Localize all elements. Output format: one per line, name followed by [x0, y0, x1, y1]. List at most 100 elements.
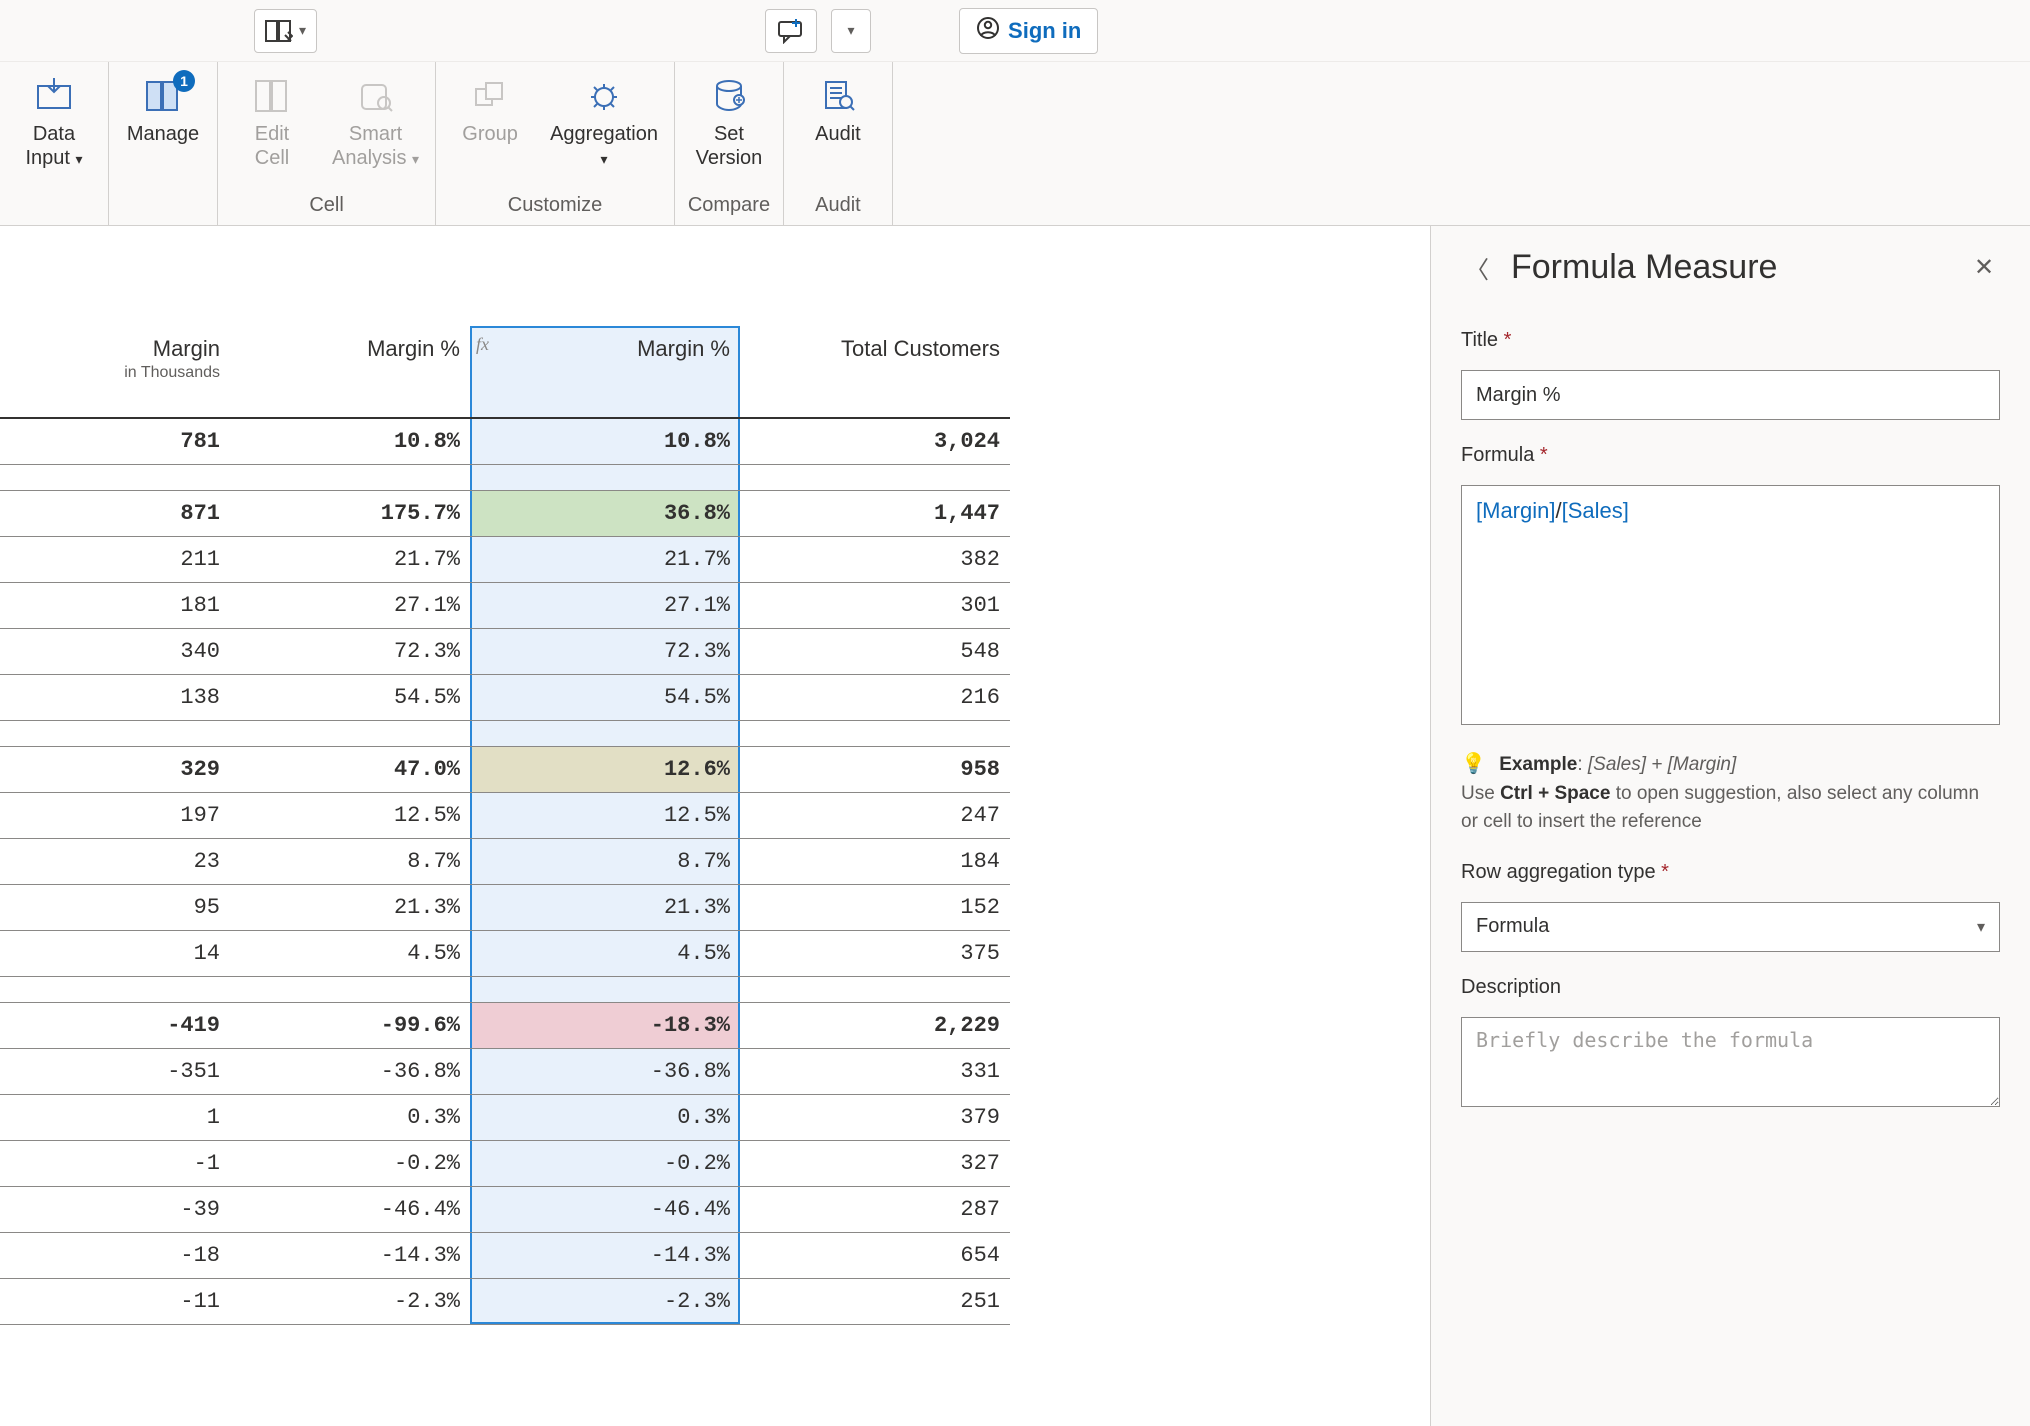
cell[interactable]: 1 [0, 1094, 230, 1140]
cell[interactable]: 10.8% [230, 418, 470, 464]
cell[interactable]: -2.3% [470, 1278, 740, 1324]
cell[interactable]: 21.3% [230, 884, 470, 930]
table-row[interactable]: 19712.5%12.5%247 [0, 792, 1010, 838]
cell[interactable]: 340 [0, 628, 230, 674]
cell[interactable]: 27.1% [470, 582, 740, 628]
cell[interactable]: 375 [740, 930, 1010, 976]
cell[interactable]: 175.7% [230, 490, 470, 536]
cell[interactable]: -11 [0, 1278, 230, 1324]
cell[interactable]: 251 [740, 1278, 1010, 1324]
cell[interactable]: 0.3% [470, 1094, 740, 1140]
cell[interactable]: 379 [740, 1094, 1010, 1140]
cell[interactable]: 8.7% [470, 838, 740, 884]
data-input-button[interactable]: Data Input ▾ [10, 70, 98, 170]
cell[interactable]: 329 [0, 746, 230, 792]
set-version-button[interactable]: Set Version [685, 70, 773, 170]
table-row[interactable]: 21121.7%21.7%382 [0, 536, 1010, 582]
cell[interactable]: 247 [740, 792, 1010, 838]
panel-back-button[interactable]: 〈 [1461, 252, 1493, 284]
cell[interactable]: 138 [0, 674, 230, 720]
audit-button[interactable]: Audit [794, 70, 882, 146]
cell[interactable]: 4.5% [230, 930, 470, 976]
cell[interactable]: 36.8% [470, 490, 740, 536]
cell[interactable]: -18 [0, 1232, 230, 1278]
layout-toggle-button[interactable]: ▾ [254, 9, 317, 53]
comment-dropdown-button[interactable]: ▾ [831, 9, 871, 53]
table-row[interactable]: 13854.5%54.5%216 [0, 674, 1010, 720]
table-row[interactable]: -18-14.3%-14.3%654 [0, 1232, 1010, 1278]
table-row[interactable]: 10.3%0.3%379 [0, 1094, 1010, 1140]
cell[interactable]: 72.3% [470, 628, 740, 674]
cell[interactable]: 2,229 [740, 1002, 1010, 1048]
table-row[interactable] [0, 720, 1010, 746]
cell[interactable]: -2.3% [230, 1278, 470, 1324]
cell[interactable]: 47.0% [230, 746, 470, 792]
cell[interactable]: 23 [0, 838, 230, 884]
cell[interactable]: 4.5% [470, 930, 740, 976]
cell[interactable]: 54.5% [230, 674, 470, 720]
formula-input[interactable]: [Margin]/[Sales] [1461, 485, 2000, 725]
cell[interactable]: 21.7% [230, 536, 470, 582]
table-row[interactable] [0, 976, 1010, 1002]
table-row[interactable]: -419-99.6%-18.3%2,229 [0, 1002, 1010, 1048]
aggregation-button[interactable]: Aggregation ▾ [544, 70, 664, 170]
description-input[interactable] [1461, 1017, 2000, 1107]
cell[interactable]: 548 [740, 628, 1010, 674]
cell[interactable]: -351 [0, 1048, 230, 1094]
cell[interactable]: 0.3% [230, 1094, 470, 1140]
cell[interactable]: 958 [740, 746, 1010, 792]
cell[interactable]: 382 [740, 536, 1010, 582]
cell[interactable]: 21.7% [470, 536, 740, 582]
panel-close-button[interactable]: ✕ [1968, 252, 2000, 284]
cell[interactable]: -1 [0, 1140, 230, 1186]
cell[interactable]: -0.2% [470, 1140, 740, 1186]
cell[interactable]: 871 [0, 490, 230, 536]
table-row[interactable]: 238.7%8.7%184 [0, 838, 1010, 884]
cell[interactable]: -36.8% [230, 1048, 470, 1094]
title-input[interactable] [1461, 370, 2000, 420]
cell[interactable]: -0.2% [230, 1140, 470, 1186]
table-row[interactable]: 34072.3%72.3%548 [0, 628, 1010, 674]
cell[interactable]: 27.1% [230, 582, 470, 628]
manage-button[interactable]: 1 Manage [119, 70, 207, 146]
table-row[interactable]: 32947.0%12.6%958 [0, 746, 1010, 792]
cell[interactable]: 287 [740, 1186, 1010, 1232]
cell[interactable]: 327 [740, 1140, 1010, 1186]
table-row[interactable]: 144.5%4.5%375 [0, 930, 1010, 976]
table-row[interactable]: -351-36.8%-36.8%331 [0, 1048, 1010, 1094]
signin-button[interactable]: Sign in [959, 8, 1098, 54]
cell[interactable]: 10.8% [470, 418, 740, 464]
cell[interactable]: 181 [0, 582, 230, 628]
table-row[interactable]: -39-46.4%-46.4%287 [0, 1186, 1010, 1232]
cell[interactable]: 211 [0, 536, 230, 582]
cell[interactable]: 197 [0, 792, 230, 838]
cell[interactable]: 12.5% [230, 792, 470, 838]
cell[interactable]: -18.3% [470, 1002, 740, 1048]
cell[interactable]: 12.6% [470, 746, 740, 792]
table-row[interactable]: -1-0.2%-0.2%327 [0, 1140, 1010, 1186]
table-row[interactable] [0, 464, 1010, 490]
cell[interactable]: 8.7% [230, 838, 470, 884]
table-row[interactable]: -11-2.3%-2.3%251 [0, 1278, 1010, 1324]
cell[interactable]: 331 [740, 1048, 1010, 1094]
cell[interactable]: 14 [0, 930, 230, 976]
col-header-margin-pct-formula[interactable]: fx Margin % [470, 326, 740, 418]
cell[interactable]: 184 [740, 838, 1010, 884]
table-row[interactable]: 18127.1%27.1%301 [0, 582, 1010, 628]
cell[interactable]: -99.6% [230, 1002, 470, 1048]
cell[interactable]: -36.8% [470, 1048, 740, 1094]
cell[interactable]: 72.3% [230, 628, 470, 674]
table-row[interactable]: 78110.8%10.8%3,024 [0, 418, 1010, 464]
cell[interactable]: 21.3% [470, 884, 740, 930]
cell[interactable]: 216 [740, 674, 1010, 720]
aggregation-select[interactable]: Formula ▾ [1461, 902, 2000, 952]
col-header-margin[interactable]: Margin in Thousands [0, 326, 230, 418]
col-header-margin-pct[interactable]: Margin % [230, 326, 470, 418]
table-row[interactable]: 9521.3%21.3%152 [0, 884, 1010, 930]
cell[interactable]: 3,024 [740, 418, 1010, 464]
col-header-total-customers[interactable]: Total Customers [740, 326, 1010, 418]
cell[interactable]: 95 [0, 884, 230, 930]
cell[interactable]: 781 [0, 418, 230, 464]
cell[interactable]: -39 [0, 1186, 230, 1232]
cell[interactable]: 152 [740, 884, 1010, 930]
